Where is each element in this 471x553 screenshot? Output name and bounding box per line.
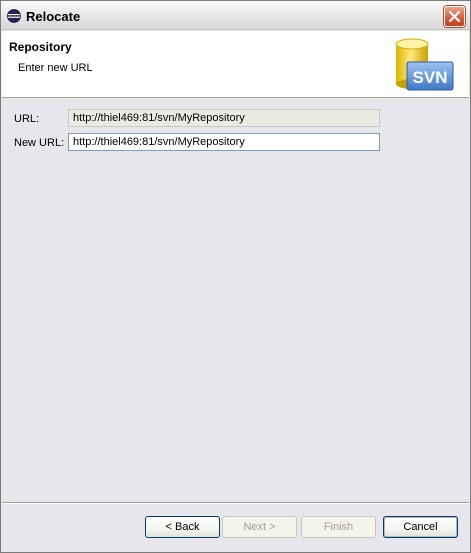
svn-logo-text: SVN <box>413 68 448 87</box>
next-button[interactable]: Next > <box>222 516 297 538</box>
cancel-button[interactable]: Cancel <box>383 516 458 538</box>
page-title: Repository <box>9 40 72 54</box>
back-button[interactable]: < Back <box>145 516 220 538</box>
svn-repository-icon: SVN <box>395 38 454 91</box>
window-title: Relocate <box>26 9 81 24</box>
eclipse-icon <box>7 9 21 23</box>
new-url-label: New URL: <box>14 137 65 149</box>
url-label: URL: <box>14 113 40 125</box>
close-button[interactable] <box>444 6 465 27</box>
relocate-dialog: Relocate Repository Enter new URL SVN UR… <box>0 0 471 553</box>
finish-button[interactable]: Finish <box>301 516 376 538</box>
page-description: Enter new URL <box>18 62 93 74</box>
close-icon <box>448 10 461 23</box>
wizard-banner: Repository Enter new URL SVN <box>2 31 469 98</box>
button-bar: < Back Next > Finish Cancel <box>2 504 469 552</box>
new-url-input[interactable]: http://thiel469:81/svn/MyRepository <box>68 133 380 151</box>
title-bar[interactable]: Relocate <box>1 1 470 30</box>
url-field: http://thiel469:81/svn/MyRepository <box>68 109 380 127</box>
form-area: URL: http://thiel469:81/svn/MyRepository… <box>2 99 469 502</box>
